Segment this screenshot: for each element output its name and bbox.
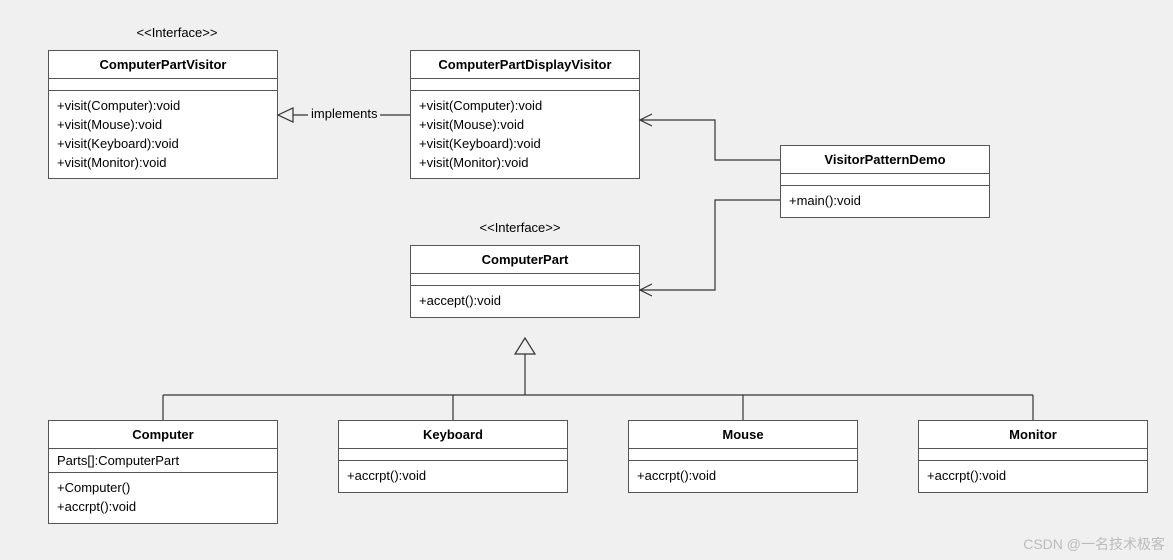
class-title: Keyboard [339,421,567,449]
class-attributes [919,449,1147,461]
class-computerpartdisplayvisitor: ComputerPartDisplayVisitor +visit(Comput… [410,50,640,179]
class-mouse: Mouse +accrpt():void [628,420,858,493]
class-attributes [411,79,639,91]
class-visitorpatterndemo: VisitorPatternDemo +main():void [780,145,990,218]
edge-label-implements: implements [308,106,380,121]
class-attributes [411,274,639,286]
stereotype-interface-part: <<Interface>> [455,220,585,235]
class-methods: +accrpt():void [919,461,1147,492]
class-computerpartvisitor: ComputerPartVisitor +visit(Computer):voi… [48,50,278,179]
class-attributes [629,449,857,461]
class-methods: +visit(Computer):void +visit(Mouse):void… [49,91,277,178]
class-computer: Computer Parts[]:ComputerPart +Computer(… [48,420,278,524]
class-title: ComputerPartVisitor [49,51,277,79]
class-methods: +main():void [781,186,989,217]
class-methods: +Computer() +accrpt():void [49,473,277,523]
class-methods: +accrpt():void [629,461,857,492]
class-attributes [49,79,277,91]
class-title: ComputerPart [411,246,639,274]
class-attributes: Parts[]:ComputerPart [49,449,277,473]
class-title: VisitorPatternDemo [781,146,989,174]
class-methods: +visit(Computer):void +visit(Mouse):void… [411,91,639,178]
class-attributes [781,174,989,186]
class-title: Monitor [919,421,1147,449]
class-methods: +accept():void [411,286,639,317]
class-monitor: Monitor +accrpt():void [918,420,1148,493]
stereotype-interface-visitor: <<Interface>> [112,25,242,40]
class-keyboard: Keyboard +accrpt():void [338,420,568,493]
class-title: Computer [49,421,277,449]
class-computerpart: ComputerPart +accept():void [410,245,640,318]
class-title: Mouse [629,421,857,449]
watermark: CSDN @一名技术极客 [1023,534,1165,554]
class-attributes [339,449,567,461]
class-title: ComputerPartDisplayVisitor [411,51,639,79]
class-methods: +accrpt():void [339,461,567,492]
